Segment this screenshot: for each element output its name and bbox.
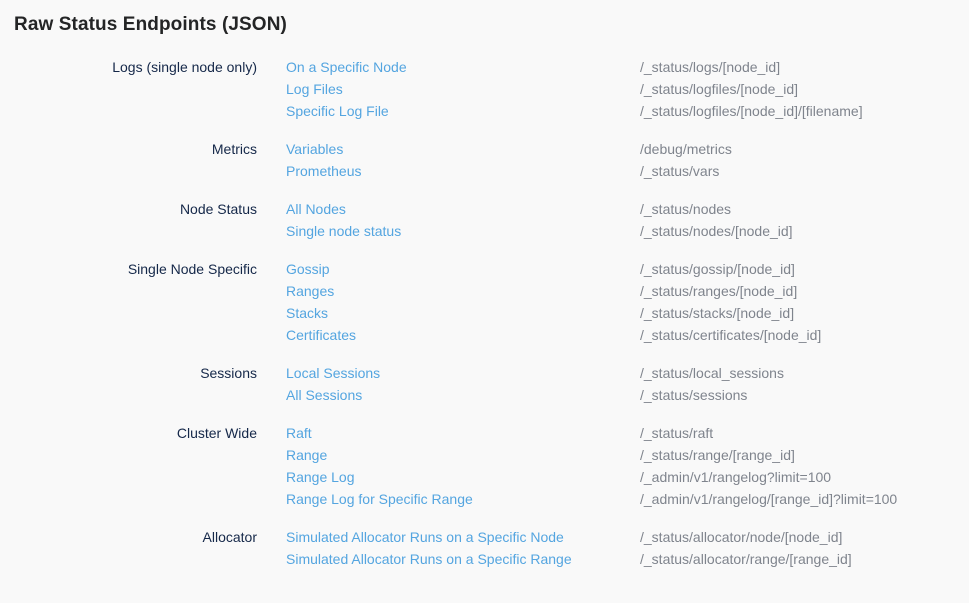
endpoint-path: /_status/logfiles/[node_id]/[filename] [640,100,969,122]
endpoint-path: /_status/logfiles/[node_id] [640,78,969,100]
links-column: Local SessionsAll Sessions [286,362,640,406]
endpoint-link[interactable]: Local Sessions [286,362,640,384]
links-column: Simulated Allocator Runs on a Specific N… [286,526,640,570]
endpoint-path: /_status/vars [640,160,969,182]
paths-column: /_status/logs/[node_id]/_status/logfiles… [640,56,969,122]
endpoint-group: Node Status All NodesSingle node status/_… [0,198,969,242]
endpoint-link[interactable]: Single node status [286,220,640,242]
endpoint-path: /_status/gossip/[node_id] [640,258,969,280]
endpoint-link[interactable]: Specific Log File [286,100,640,122]
endpoint-link[interactable]: Stacks [286,302,640,324]
endpoint-path: /_status/logs/[node_id] [640,56,969,78]
links-column: VariablesPrometheus [286,138,640,182]
endpoint-group: Allocator Simulated Allocator Runs on a S… [0,526,969,570]
endpoint-link[interactable]: Log Files [286,78,640,100]
paths-column: /_status/gossip/[node_id]/_status/ranges… [640,258,969,346]
endpoint-link[interactable]: Ranges [286,280,640,302]
endpoint-link[interactable]: On a Specific Node [286,56,640,78]
category-label: Sessions [0,362,257,384]
endpoint-link[interactable]: Gossip [286,258,640,280]
category-label: Cluster Wide [0,422,257,444]
endpoint-link[interactable]: Simulated Allocator Runs on a Specific R… [286,548,640,570]
endpoint-group: Cluster Wide RaftRangeRange LogRange Log … [0,422,969,510]
category-label: Metrics [0,138,257,160]
links-column: GossipRangesStacksCertificates [286,258,640,346]
endpoint-path: /_status/local_sessions [640,362,969,384]
endpoint-path: /_status/nodes [640,198,969,220]
endpoint-path: /_admin/v1/rangelog/[range_id]?limit=100 [640,488,969,510]
category-label: Allocator [0,526,257,548]
paths-column: /_status/local_sessions/_status/sessions [640,362,969,406]
endpoint-path: /_status/nodes/[node_id] [640,220,969,242]
endpoint-path: /_status/allocator/range/[range_id] [640,548,969,570]
paths-column: /debug/metrics/_status/vars [640,138,969,182]
paths-column: /_status/allocator/node/[node_id]/_statu… [640,526,969,570]
page-title: Raw Status Endpoints (JSON) [14,13,969,36]
endpoint-path: /_status/ranges/[node_id] [640,280,969,302]
endpoint-path: /_status/range/[range_id] [640,444,969,466]
paths-column: /_status/nodes/_status/nodes/[node_id] [640,198,969,242]
endpoint-group: Single Node Specific GossipRangesStacksCe… [0,258,969,346]
endpoint-group: Metrics VariablesPrometheus/debug/metrics… [0,138,969,182]
endpoint-path: /_admin/v1/rangelog?limit=100 [640,466,969,488]
category-label: Single Node Specific [0,258,257,280]
endpoint-link[interactable]: Raft [286,422,640,444]
endpoint-link[interactable]: Range [286,444,640,466]
links-column: All NodesSingle node status [286,198,640,242]
endpoint-path: /_status/stacks/[node_id] [640,302,969,324]
endpoint-link[interactable]: All Sessions [286,384,640,406]
links-column: On a Specific NodeLog FilesSpecific Log … [286,56,640,122]
endpoint-path: /debug/metrics [640,138,969,160]
endpoint-link[interactable]: Simulated Allocator Runs on a Specific N… [286,526,640,548]
endpoint-path: /_status/certificates/[node_id] [640,324,969,346]
endpoint-path: /_status/raft [640,422,969,444]
endpoint-group: Logs (single node only) On a Specific Nod… [0,56,969,122]
endpoint-path: /_status/allocator/node/[node_id] [640,526,969,548]
endpoint-link[interactable]: Range Log for Specific Range [286,488,640,510]
endpoint-link[interactable]: All Nodes [286,198,640,220]
endpoint-link[interactable]: Certificates [286,324,640,346]
category-label: Node Status [0,198,257,220]
endpoint-link[interactable]: Prometheus [286,160,640,182]
links-column: RaftRangeRange LogRange Log for Specific… [286,422,640,510]
endpoint-link[interactable]: Variables [286,138,640,160]
endpoint-group: Sessions Local SessionsAll Sessions/_stat… [0,362,969,406]
paths-column: /_status/raft/_status/range/[range_id]/_… [640,422,969,510]
endpoint-link[interactable]: Range Log [286,466,640,488]
category-label: Logs (single node only) [0,56,257,78]
endpoint-table: Logs (single node only) On a Specific Nod… [0,56,969,570]
endpoint-path: /_status/sessions [640,384,969,406]
